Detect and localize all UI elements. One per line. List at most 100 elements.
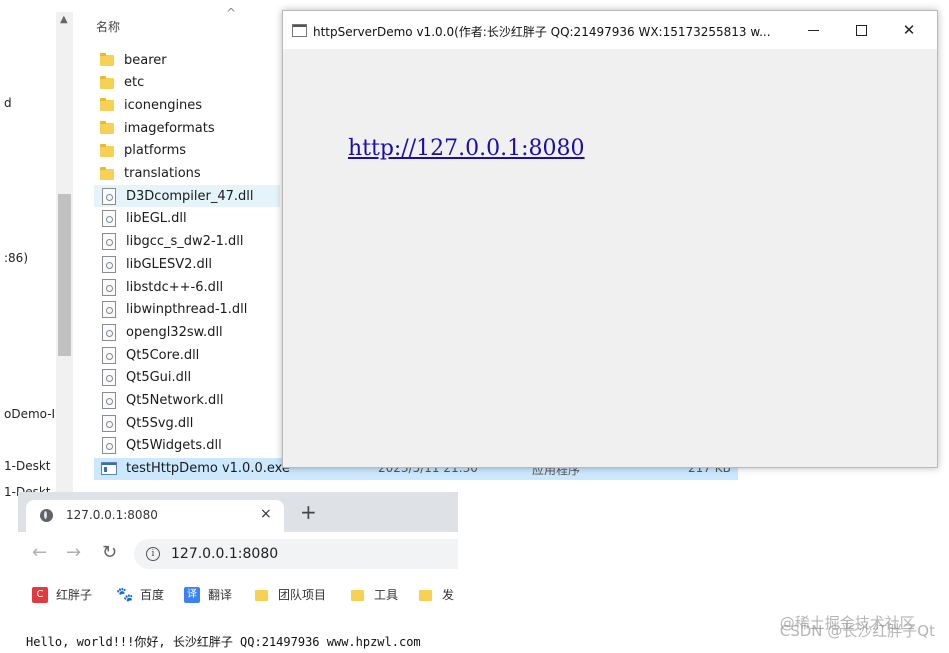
scrollbar-thumb[interactable] xyxy=(58,194,71,356)
file-name: libEGL.dll xyxy=(126,211,187,227)
folder-icon xyxy=(100,52,116,68)
file-name: Qt5Svg.dll xyxy=(126,415,194,431)
tab-close-icon[interactable]: × xyxy=(260,506,272,522)
file-name: iconengines xyxy=(124,97,203,113)
site-info-icon[interactable]: i xyxy=(146,547,160,561)
file-row[interactable]: libGLESV2.dll xyxy=(94,253,274,275)
dll-file-icon xyxy=(102,255,116,273)
file-row[interactable]: libwinpthread-1.dll xyxy=(94,299,274,321)
bookmark-label: 百度 xyxy=(140,588,165,602)
file-row[interactable]: opengl32sw.dll xyxy=(94,321,274,343)
folder-icon xyxy=(100,143,116,159)
folder-icon xyxy=(254,587,270,603)
nav-item-fragment[interactable]: 1-Deskt xyxy=(4,459,51,473)
dll-file-icon xyxy=(102,187,116,205)
new-tab-button[interactable]: + xyxy=(300,500,317,524)
file-row[interactable]: libstdc++-6.dll xyxy=(94,276,274,298)
column-header-name[interactable]: 名称 xyxy=(96,18,120,35)
maximize-button[interactable] xyxy=(837,11,885,49)
bookmark-item[interactable]: 译翻译 xyxy=(184,586,232,603)
file-name: platforms xyxy=(124,143,187,159)
bookmark-label: 工具 xyxy=(374,588,399,602)
file-row[interactable]: Qt5Network.dll xyxy=(94,390,274,412)
file-name: translations xyxy=(124,166,201,181)
app-window-icon xyxy=(292,24,307,37)
file-row[interactable]: imageformats xyxy=(94,117,274,139)
folder-icon xyxy=(100,97,116,113)
minimize-icon xyxy=(807,29,819,31)
baidu-icon: 🐾 xyxy=(116,586,134,603)
file-row[interactable]: bearer xyxy=(94,49,274,71)
bookmark-item[interactable]: 工具 xyxy=(350,586,398,603)
bookmark-label: 发 xyxy=(442,588,455,602)
page-content-text: Hello, world!!!你好, 长沙红胖子 QQ:21497936 www… xyxy=(26,635,421,649)
server-url-link[interactable]: http://127.0.0.1:8080 xyxy=(348,136,585,161)
nav-item-fragment[interactable]: oDemo-I xyxy=(4,407,55,421)
minimize-button[interactable] xyxy=(789,11,837,49)
window-title: httpServerDemo v1.0.0(作者:长沙红胖子 QQ:214979… xyxy=(313,25,771,39)
file-name: imageformats xyxy=(124,120,215,136)
dll-file-icon xyxy=(102,346,116,364)
file-name: Qt5Network.dll xyxy=(126,393,224,408)
nav-item-fragment[interactable]: :86) xyxy=(4,251,28,265)
file-name: bearer xyxy=(124,52,167,68)
address-bar-url[interactable]: 127.0.0.1:8080 xyxy=(171,546,278,562)
file-row[interactable]: iconengines xyxy=(94,94,274,116)
folder-icon xyxy=(100,75,116,91)
navigation-pane: ▲ d:86)oDemo-I1-Deskt1-Deskt xyxy=(0,0,74,499)
file-name: Qt5Gui.dll xyxy=(126,370,192,386)
dll-file-icon xyxy=(102,233,116,251)
file-row[interactable]: libEGL.dll xyxy=(94,208,274,230)
bookmark-item[interactable]: 团队项目 xyxy=(254,586,326,603)
file-row[interactable]: translations xyxy=(94,163,274,185)
file-row[interactable]: D3Dcompiler_47.dll xyxy=(94,185,280,208)
forward-arrow-icon[interactable]: → xyxy=(66,542,81,563)
file-name: opengl32sw.dll xyxy=(126,324,223,340)
navigation-scrollbar[interactable]: ▲ xyxy=(56,12,73,492)
globe-icon xyxy=(40,509,53,522)
file-name: testHttpDemo v1.0.0.exe xyxy=(126,461,290,477)
file-row[interactable]: platforms xyxy=(94,140,274,162)
http-server-demo-window: httpServerDemo v1.0.0(作者:长沙红胖子 QQ:214979… xyxy=(282,10,938,468)
file-name: Qt5Widgets.dll xyxy=(126,438,222,454)
bookmark-item[interactable]: 发 xyxy=(418,586,454,603)
folder-icon xyxy=(100,166,116,182)
file-name: libGLESV2.dll xyxy=(126,256,213,272)
dll-file-icon xyxy=(102,414,116,432)
folder-icon xyxy=(350,587,366,603)
exe-file-icon xyxy=(101,462,117,476)
file-row[interactable]: Qt5Core.dll xyxy=(94,344,274,366)
close-icon: ✕ xyxy=(902,21,916,39)
dll-file-icon xyxy=(102,392,116,409)
browser-window: 127.0.0.1:8080 × + ← → ↻ i 127.0.0.1:808… xyxy=(18,492,458,653)
close-button[interactable]: ✕ xyxy=(885,11,933,49)
file-name: Qt5Core.dll xyxy=(126,347,200,363)
bookmark-label: 红胖子 xyxy=(56,588,93,602)
file-row[interactable]: etc xyxy=(94,72,274,94)
file-name: libstdc++-6.dll xyxy=(126,279,224,295)
dll-file-icon xyxy=(102,323,116,341)
file-name: libgcc_s_dw2-1.dll xyxy=(126,234,244,250)
folder-icon xyxy=(100,120,116,136)
back-arrow-icon[interactable]: ← xyxy=(32,542,47,563)
file-name: etc xyxy=(124,75,145,91)
window-titlebar[interactable]: httpServerDemo v1.0.0(作者:长沙红胖子 QQ:214979… xyxy=(283,11,937,49)
bookmark-item[interactable]: 🐾 百度 xyxy=(116,586,164,603)
nav-item-fragment[interactable]: d xyxy=(4,96,12,110)
reload-icon[interactable]: ↻ xyxy=(102,542,117,563)
scroll-up-arrow-icon[interactable]: ▲ xyxy=(60,14,68,25)
translate-icon: 译 xyxy=(184,586,200,603)
tab-strip: 127.0.0.1:8080 × + xyxy=(18,492,458,532)
address-bar[interactable]: i 127.0.0.1:8080 xyxy=(134,539,458,569)
file-row[interactable]: Qt5Svg.dll xyxy=(94,412,274,434)
file-row[interactable]: Qt5Widgets.dll xyxy=(94,435,274,457)
file-row[interactable]: Qt5Gui.dll xyxy=(94,367,274,389)
watermark-line-2: CSDN @长沙红胖子Qt xyxy=(779,622,935,640)
browser-tab-active[interactable]: 127.0.0.1:8080 × xyxy=(26,500,284,532)
file-name: libwinpthread-1.dll xyxy=(126,302,248,318)
dll-file-icon xyxy=(102,301,116,319)
sort-ascending-icon: ^ xyxy=(226,6,237,20)
dll-file-icon xyxy=(102,210,116,228)
bookmark-item[interactable]: C 红胖子 xyxy=(32,586,92,603)
file-row[interactable]: libgcc_s_dw2-1.dll xyxy=(94,231,274,253)
